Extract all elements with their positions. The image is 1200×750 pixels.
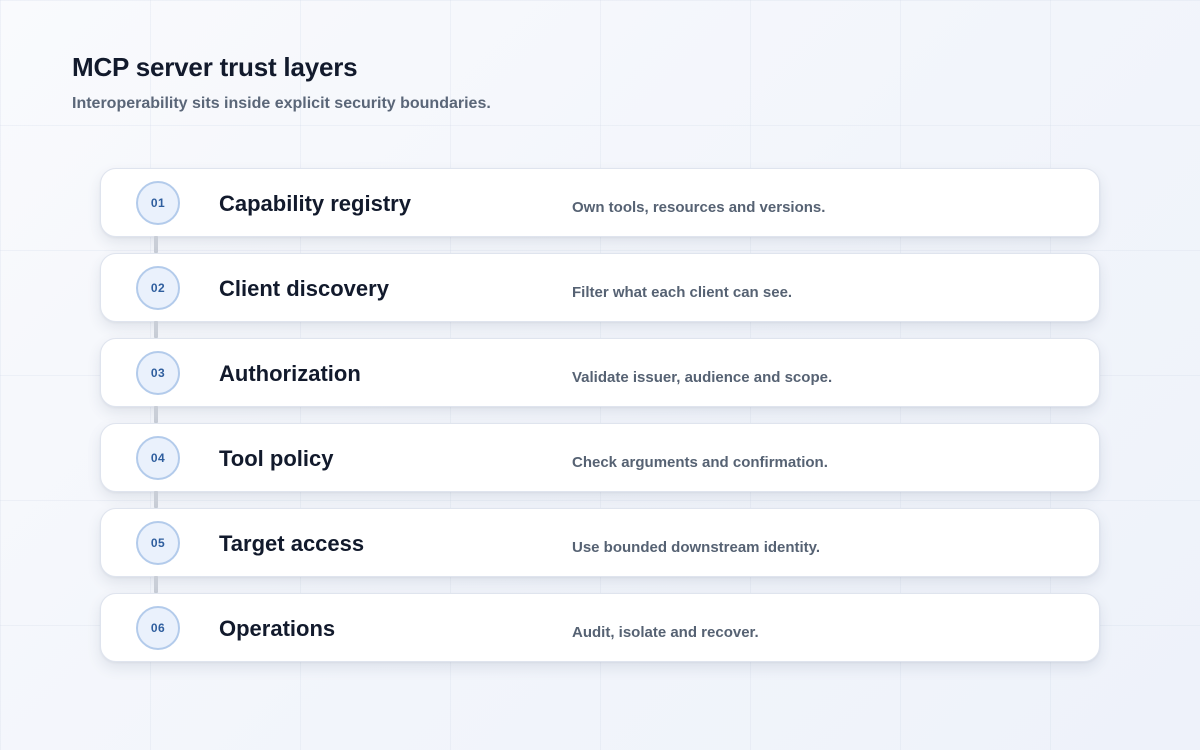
layer-name: Tool policy <box>219 446 334 471</box>
layer-name: Authorization <box>219 361 361 386</box>
layer-description: Audit, isolate and recover. <box>572 624 759 641</box>
layer-card: 04 Tool policy Check arguments and confirm… <box>100 423 1100 492</box>
layer-connector <box>154 406 158 423</box>
layer-card: 05 Target access Use bounded downstream id… <box>100 508 1100 577</box>
step-number-badge: 05 <box>136 521 180 565</box>
layer-connector <box>154 321 158 338</box>
step-number-badge: 06 <box>136 606 180 650</box>
layer-description: Validate issuer, audience and scope. <box>572 369 833 386</box>
layer-card: 03 Authorization Validate issuer, audience… <box>100 338 1100 407</box>
layer-connector <box>154 236 158 253</box>
layer-card: 02 Client discovery Filter what each clien… <box>100 253 1100 322</box>
step-number-badge: 03 <box>136 351 180 395</box>
layer-name: Capability registry <box>219 191 411 216</box>
step-number-badge: 01 <box>136 181 180 225</box>
page-subtitle: Interoperability sits inside explicit se… <box>72 95 491 112</box>
layer-description: Filter what each client can see. <box>572 284 793 301</box>
layer-description: Own tools, resources and versions. <box>572 199 826 216</box>
layer-name: Client discovery <box>219 276 389 301</box>
layer-description: Use bounded downstream identity. <box>572 539 821 556</box>
layer-name: Operations <box>219 616 336 641</box>
layer-card: 06 Operations Audit, isolate and recover. <box>100 593 1100 662</box>
step-number-badge: 04 <box>136 436 180 480</box>
layer-description: Check arguments and confirmation. <box>572 454 828 471</box>
step-number-badge: 02 <box>136 266 180 310</box>
layer-connector <box>154 491 158 508</box>
layer-name: Target access <box>219 531 365 556</box>
page-title: MCP server trust layers <box>72 52 358 82</box>
layer-card: 01 Capability registry Own tools, resource… <box>100 168 1100 237</box>
layer-connector <box>154 576 158 593</box>
